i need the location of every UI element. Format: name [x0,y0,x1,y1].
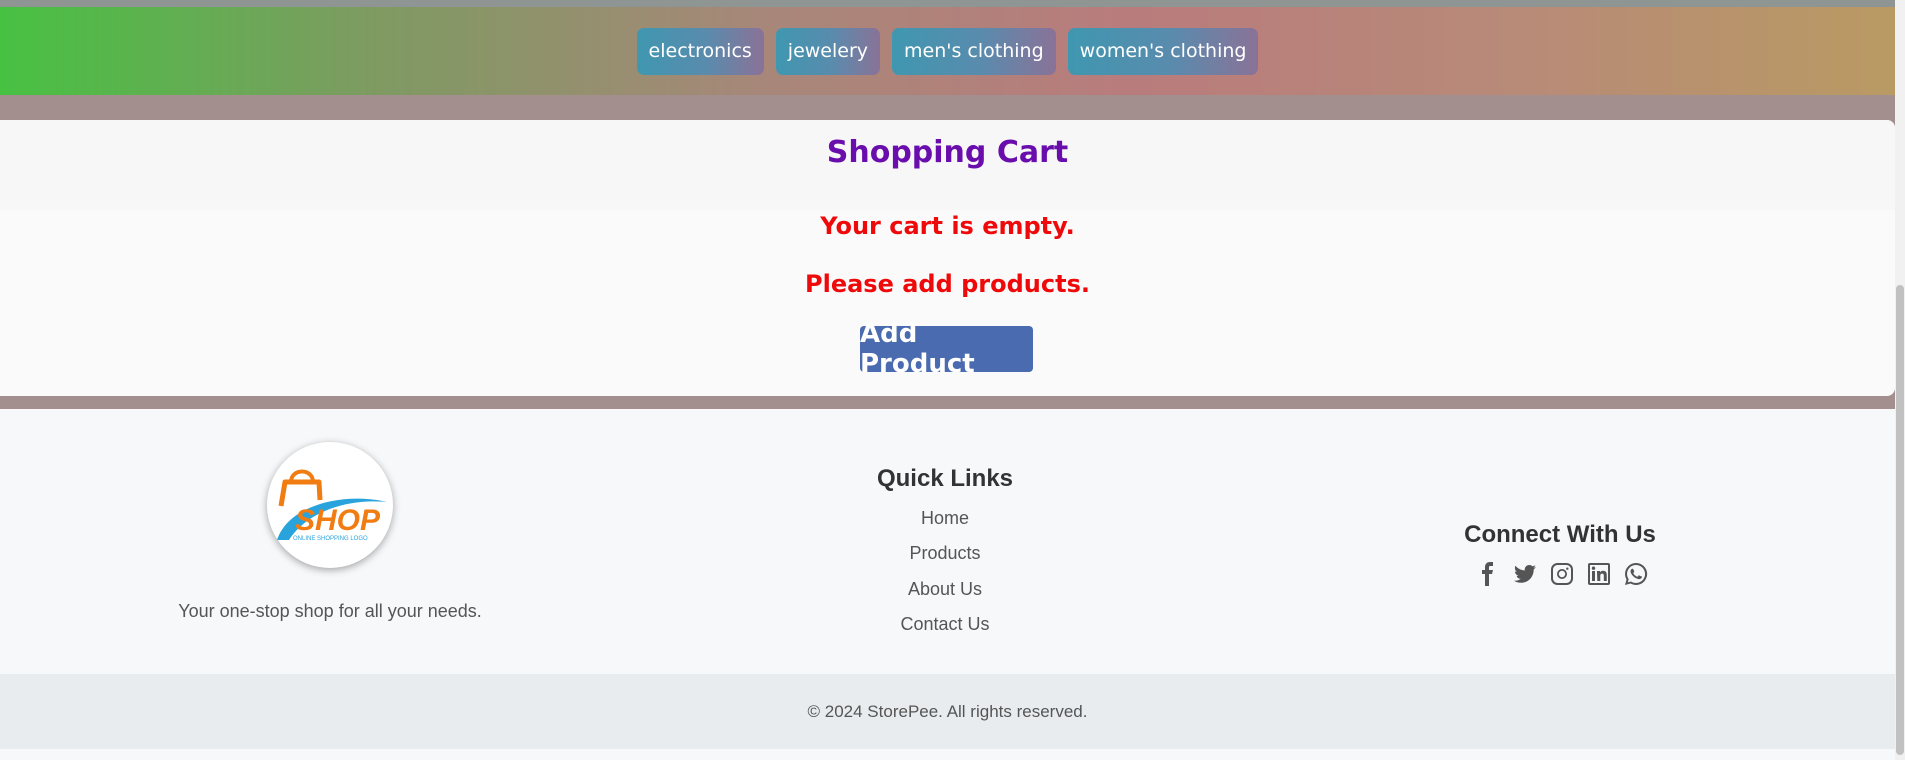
logo-subtext: ONLINE SHOPPING LOGO [293,536,368,542]
instagram-icon[interactable] [1549,561,1575,587]
linkedin-icon[interactable] [1586,561,1612,587]
category-jewelery-button[interactable]: jewelery [775,27,881,75]
footer: SHOP ONLINE SHOPPING LOGO Your one-stop … [0,409,1895,674]
shopping-cart-panel: Shopping Cart Your cart is empty. Please… [0,120,1895,396]
twitter-icon[interactable] [1512,561,1538,587]
category-bar: electronics jewelery men's clothing wome… [0,7,1895,95]
empty-cart-message: Your cart is empty. [820,212,1075,240]
page-title: Shopping Cart [826,134,1069,170]
cart-header: Shopping Cart [0,120,1895,210]
page-scrollbar[interactable] [1895,0,1905,760]
category-electronics-button[interactable]: electronics [636,27,764,75]
category-mens-clothing-button[interactable]: men's clothing [892,27,1056,75]
add-products-message: Please add products. [805,270,1090,298]
facebook-icon[interactable] [1475,561,1501,587]
quick-link-contact-us[interactable]: Contact Us [0,614,1890,635]
connect-title: Connect With Us [1464,521,1656,548]
whatsapp-icon[interactable] [1623,561,1649,587]
copyright-text: © 2024 StorePee. All rights reserved. [807,701,1088,721]
quick-links-title: Quick Links [876,465,1014,492]
copyright-bar: © 2024 StorePee. All rights reserved. [0,674,1895,749]
social-links [1475,561,1649,587]
add-product-button[interactable]: Add Product [860,319,1033,379]
scrollbar-thumb[interactable] [1896,285,1904,755]
top-strip [0,0,1895,7]
category-womens-clothing-button[interactable]: women's clothing [1067,27,1259,75]
bottom-strip [0,749,1895,760]
